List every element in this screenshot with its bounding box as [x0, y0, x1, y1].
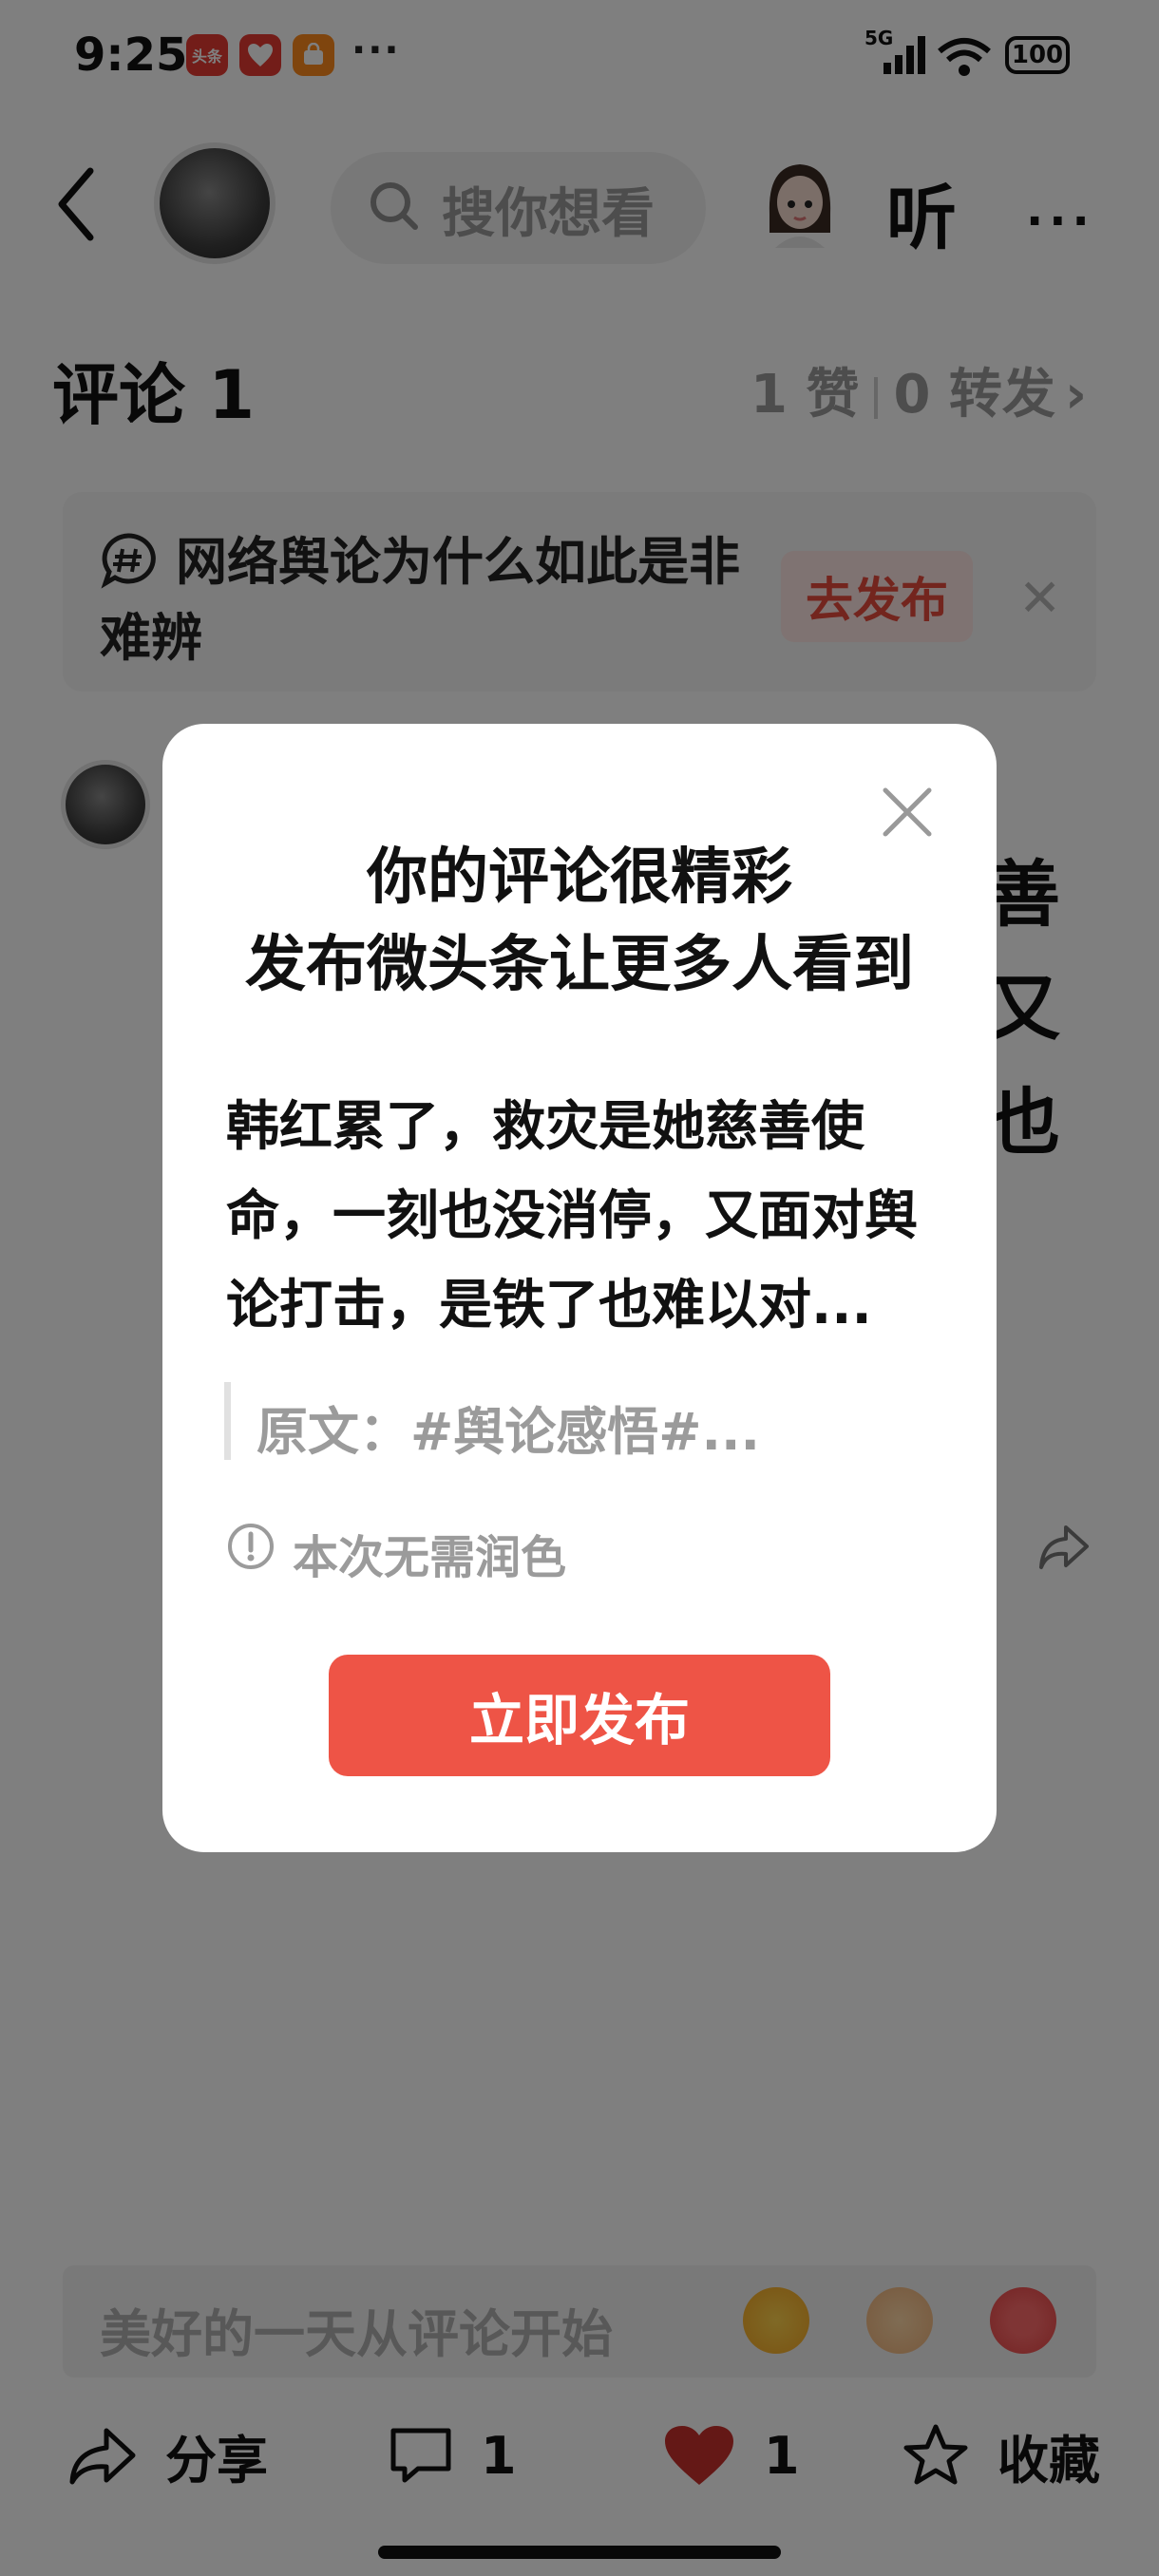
quote-divider — [224, 1382, 231, 1460]
dialog-notice: 本次无需润色 — [293, 1531, 567, 1584]
dialog-original-quote: 原文：#舆论感悟#... — [256, 1402, 761, 1462]
dialog-comment-text: 韩红累了，救灾是她慈善使命，一刻也没消停，又面对舆论打击，是铁了也难以对... — [226, 1096, 918, 1336]
dialog-title: 你的评论很精彩 发布微头条让更多人看到 — [162, 834, 997, 1009]
dialog-title-line1: 你的评论很精彩 — [367, 843, 792, 913]
publish-now-button[interactable]: 立即发布 — [329, 1655, 830, 1776]
info-icon — [228, 1524, 274, 1569]
dialog-title-line2: 发布微头条让更多人看到 — [245, 930, 914, 1000]
